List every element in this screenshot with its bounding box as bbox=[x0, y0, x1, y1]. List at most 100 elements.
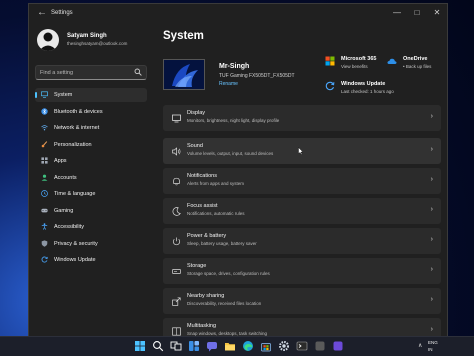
power-icon bbox=[172, 237, 181, 246]
card-multitasking[interactable]: Multitasking Snap windows, desktops, tas… bbox=[163, 318, 441, 337]
maximize-button[interactable]: □ bbox=[407, 5, 427, 21]
quick-windows-update[interactable]: Windows Update Last checked: 1 hours ago bbox=[325, 81, 405, 97]
chevron-right-icon: › bbox=[430, 176, 433, 183]
store-icon[interactable] bbox=[260, 340, 272, 352]
moon-icon bbox=[172, 207, 181, 216]
quick-title: OneDrive bbox=[403, 56, 428, 62]
sidebar-item-accounts[interactable]: Accounts bbox=[35, 171, 147, 185]
card-title: Multitasking bbox=[187, 323, 217, 329]
sidebar-item-label: Accounts bbox=[54, 174, 77, 181]
card-subtitle: Storage space, drives, configuration rul… bbox=[187, 271, 270, 276]
quick-subtitle: • Back up files bbox=[403, 64, 432, 69]
multitasking-icon bbox=[172, 327, 181, 336]
settings-icon[interactable] bbox=[278, 340, 290, 352]
apps-icon bbox=[41, 157, 48, 164]
show-hidden-icons-button[interactable]: ∧ bbox=[418, 342, 422, 349]
gamepad-icon bbox=[41, 208, 48, 212]
search-icon[interactable] bbox=[134, 68, 142, 76]
app-icon[interactable] bbox=[314, 340, 326, 352]
card-power-battery[interactable]: Power & battery Sleep, battery usage, ba… bbox=[163, 228, 441, 254]
mouse-cursor-icon bbox=[298, 147, 304, 155]
quick-subtitle: Last checked: 1 hours ago bbox=[341, 89, 394, 94]
window-title: Settings bbox=[51, 10, 73, 16]
chevron-right-icon: › bbox=[430, 113, 433, 120]
device-name: Mr-Singh bbox=[219, 63, 250, 70]
microsoft-365-icon bbox=[325, 56, 335, 66]
card-focus-assist[interactable]: Focus assist Notifications, automatic ru… bbox=[163, 198, 441, 224]
bell-icon bbox=[173, 177, 180, 186]
globe-clock-icon bbox=[41, 190, 48, 197]
chevron-right-icon: › bbox=[430, 236, 433, 243]
find-setting-box[interactable] bbox=[35, 65, 147, 80]
card-subtitle: Alerts from apps and system bbox=[187, 181, 245, 186]
sidebar-item-bluetooth[interactable]: Bluetooth & devices bbox=[35, 105, 147, 119]
chat-icon[interactable] bbox=[206, 340, 218, 352]
quick-onedrive[interactable]: OneDrive • Back up files bbox=[387, 56, 443, 72]
card-subtitle: Sleep, battery usage, battery saver bbox=[187, 241, 257, 246]
minimize-button[interactable]: — bbox=[387, 5, 407, 21]
bluetooth-icon bbox=[41, 107, 48, 115]
sidebar-item-apps[interactable]: Apps bbox=[35, 154, 147, 168]
sidebar-item-windows-update[interactable]: Windows Update bbox=[35, 253, 147, 267]
file-explorer-icon[interactable] bbox=[224, 340, 236, 352]
card-subtitle: Discoverability, received files location bbox=[187, 301, 262, 306]
sidebar-item-personalization[interactable]: Personalization bbox=[35, 138, 147, 152]
card-sound[interactable]: Sound Volume levels, output, input, soun… bbox=[163, 138, 441, 164]
task-view-icon[interactable] bbox=[170, 340, 182, 352]
sidebar-item-time-language[interactable]: Time & language bbox=[35, 187, 147, 201]
quick-microsoft-365[interactable]: Microsoft 365 View benefits bbox=[325, 56, 383, 72]
sidebar-item-label: Gaming bbox=[54, 207, 74, 214]
quick-title: Windows Update bbox=[341, 81, 386, 87]
sidebar-item-network[interactable]: Network & internet bbox=[35, 121, 147, 135]
person-silhouette-icon bbox=[39, 32, 57, 51]
sidebar-item-accessibility[interactable]: Accessibility bbox=[35, 220, 147, 234]
sidebar-item-label: Personalization bbox=[54, 141, 92, 148]
chevron-right-icon: › bbox=[430, 146, 433, 153]
device-wallpaper-thumbnail[interactable] bbox=[163, 59, 205, 90]
card-subtitle: Notifications, automatic rules bbox=[187, 211, 245, 216]
sidebar-item-privacy[interactable]: Privacy & security bbox=[35, 237, 147, 251]
search-icon[interactable] bbox=[152, 340, 164, 352]
card-display[interactable]: Display Monitors, brightness, night ligh… bbox=[163, 105, 441, 131]
card-nearby-sharing[interactable]: Nearby sharing Discoverability, received… bbox=[163, 288, 441, 314]
wifi-icon bbox=[41, 125, 48, 131]
chevron-right-icon: › bbox=[430, 296, 433, 303]
card-storage[interactable]: Storage Storage space, drives, configura… bbox=[163, 258, 441, 284]
search-input[interactable] bbox=[40, 68, 128, 77]
taskbar: ∧ ENG IN bbox=[0, 336, 474, 356]
display-icon bbox=[172, 114, 181, 123]
avatar[interactable] bbox=[37, 29, 59, 51]
shield-icon bbox=[41, 239, 48, 247]
language-indicator[interactable]: ENG bbox=[428, 340, 438, 345]
widgets-icon[interactable] bbox=[188, 340, 200, 352]
share-icon bbox=[172, 297, 181, 306]
chevron-right-icon: › bbox=[430, 206, 433, 213]
brush-icon bbox=[41, 140, 48, 147]
language-indicator-region[interactable]: IN bbox=[428, 347, 433, 352]
update-icon bbox=[41, 256, 48, 263]
sidebar-item-label: Network & internet bbox=[54, 125, 100, 131]
back-arrow-icon[interactable]: ← bbox=[37, 7, 47, 18]
rename-link[interactable]: Rename bbox=[219, 81, 238, 87]
wallpaper-bloom-image bbox=[164, 60, 204, 89]
app-icon[interactable] bbox=[332, 340, 344, 352]
sidebar-item-label: Windows Update bbox=[54, 257, 96, 263]
edge-icon[interactable] bbox=[242, 340, 254, 352]
sidebar-item-gaming[interactable]: Gaming bbox=[35, 204, 147, 218]
card-title: Sound bbox=[187, 143, 203, 149]
windows-update-icon bbox=[325, 81, 335, 91]
chevron-right-icon: › bbox=[430, 326, 433, 333]
windows-start-icon[interactable] bbox=[134, 340, 146, 352]
accessibility-icon bbox=[41, 223, 48, 230]
quick-title: Microsoft 365 bbox=[341, 56, 377, 62]
sidebar-item-label: Time & language bbox=[54, 191, 96, 197]
speaker-icon bbox=[172, 147, 181, 156]
sidebar-item-label: System bbox=[54, 92, 73, 98]
close-button[interactable]: ✕ bbox=[427, 5, 447, 21]
terminal-icon[interactable] bbox=[296, 340, 308, 352]
card-subtitle: Volume levels, output, input, sound devi… bbox=[187, 151, 274, 156]
device-model: TUF Gaming FX505DT_FX505DT bbox=[219, 73, 295, 79]
monitor-icon bbox=[41, 91, 48, 98]
card-notifications[interactable]: Notifications Alerts from apps and syste… bbox=[163, 168, 441, 194]
sidebar-item-system[interactable]: System bbox=[35, 88, 147, 102]
